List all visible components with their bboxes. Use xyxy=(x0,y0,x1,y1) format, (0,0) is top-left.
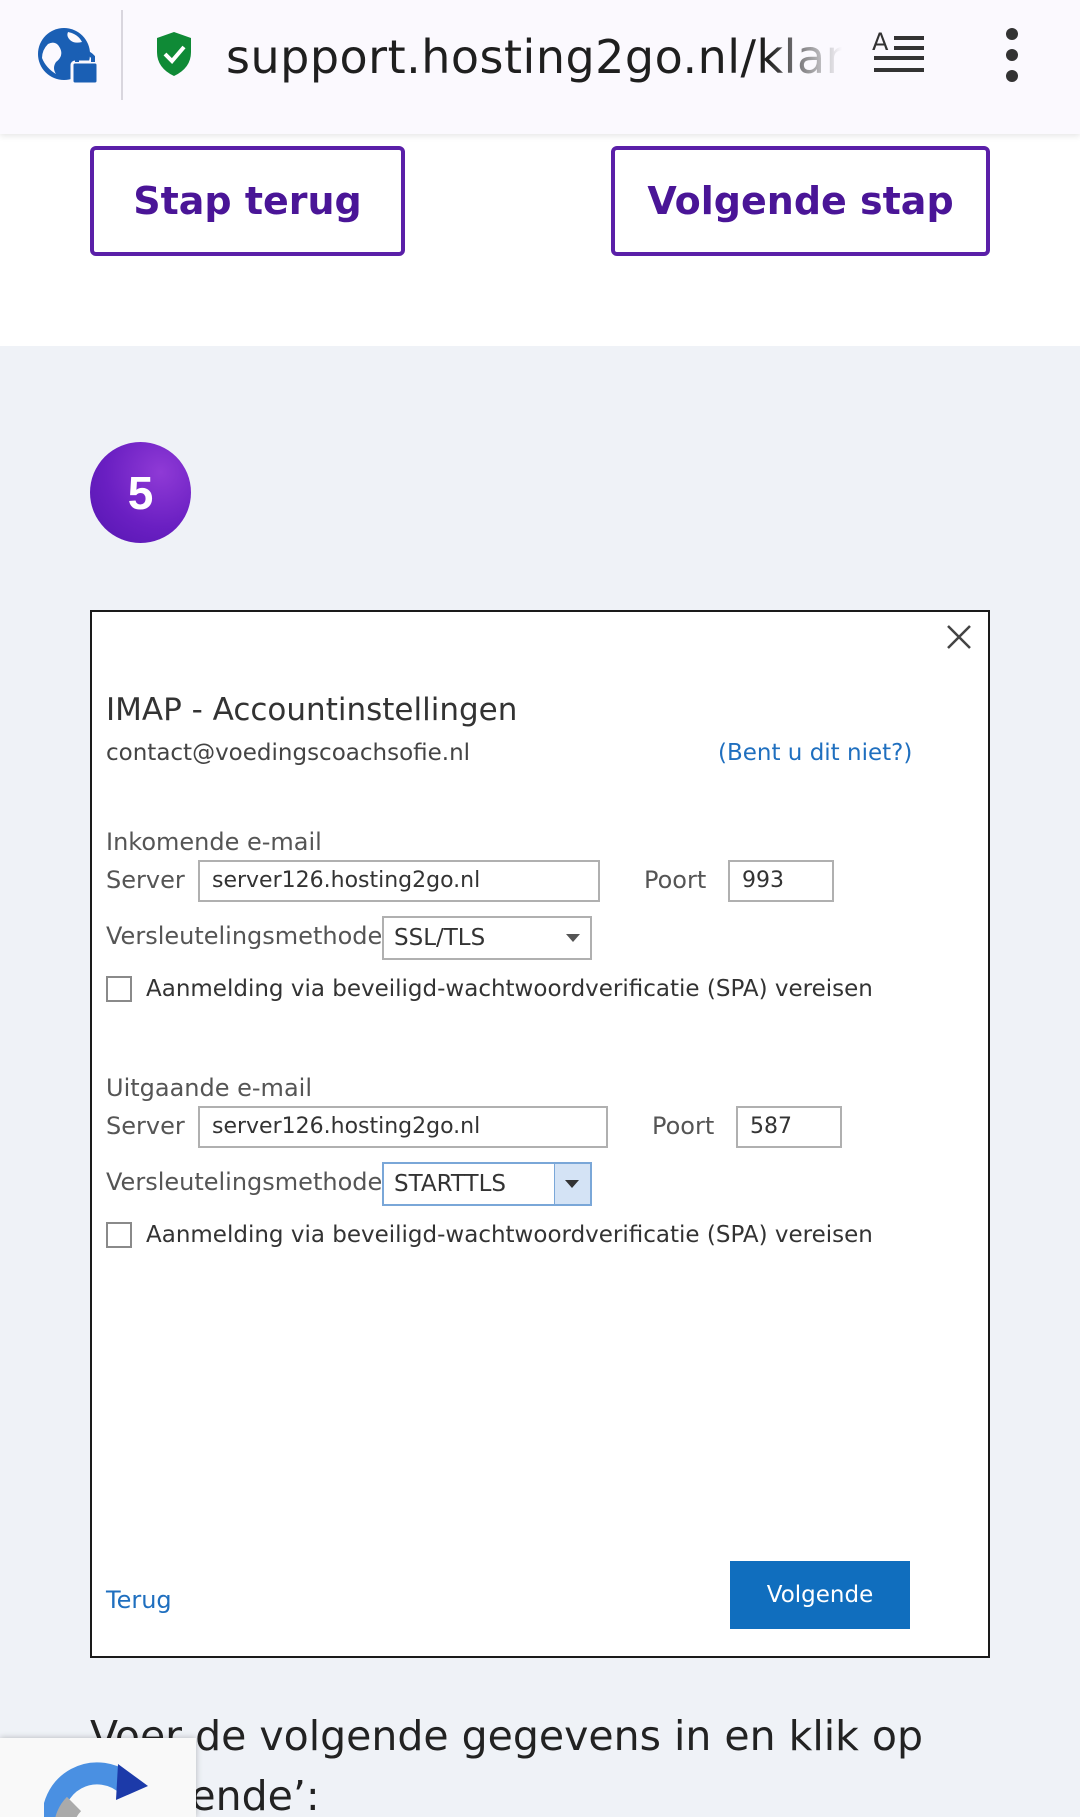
outgoing-server-label: Server xyxy=(106,1112,185,1140)
svg-text:A: A xyxy=(872,28,889,56)
incoming-encryption-value: SSL/TLS xyxy=(394,925,486,951)
incoming-spa-label: Aanmelding via beveiligd-wachtwoordverif… xyxy=(146,976,873,1002)
chevron-down-icon xyxy=(566,934,580,942)
browser-url-bar: support.hosting2go.nl/klantenservice/e-m… xyxy=(0,0,1080,134)
outgoing-spa-row: Aanmelding via beveiligd-wachtwoordverif… xyxy=(106,1222,873,1248)
more-vert-icon[interactable] xyxy=(1000,26,1024,84)
recaptcha-icon xyxy=(44,1762,148,1817)
close-icon xyxy=(947,625,971,649)
globe-lock-icon[interactable] xyxy=(34,22,102,90)
incoming-mail-label: Inkomende e-mail xyxy=(106,828,322,856)
previous-step-button[interactable]: Stap terug xyxy=(90,146,405,256)
outgoing-spa-checkbox xyxy=(106,1222,132,1248)
incoming-encryption-select: SSL/TLS xyxy=(382,916,592,960)
outgoing-port-field: 587 xyxy=(736,1106,842,1148)
outgoing-encryption-label: Versleutelingsmethode xyxy=(106,1168,383,1196)
incoming-port-label: Poort xyxy=(644,866,707,894)
dialog-next-button: Volgende xyxy=(730,1561,910,1629)
dialog-back-link: Terug xyxy=(106,1586,172,1614)
url-text[interactable]: support.hosting2go.nl/klantenservice/e-m… xyxy=(226,26,842,88)
instruction-text: Voer de volgende gegevens in en klik op … xyxy=(90,1712,924,1817)
step-navigation: Stap terug Volgende stap xyxy=(0,134,1080,346)
incoming-server-label: Server xyxy=(106,866,185,894)
dialog-title: IMAP - Accountinstellingen xyxy=(106,692,518,728)
outgoing-spa-label: Aanmelding via beveiligd-wachtwoordverif… xyxy=(146,1222,873,1248)
imap-settings-dialog-screenshot: IMAP - Accountinstellingen contact@voedi… xyxy=(90,610,990,1658)
incoming-port-field: 993 xyxy=(728,860,834,902)
recaptcha-badge[interactable] xyxy=(0,1738,196,1817)
shield-check-icon[interactable] xyxy=(154,30,194,78)
step-number-badge: 5 xyxy=(90,442,191,543)
incoming-encryption-label: Versleutelingsmethode xyxy=(106,922,383,950)
chevron-down-icon xyxy=(565,1180,579,1188)
url-bar-divider xyxy=(121,10,123,100)
outgoing-encryption-value: STARTTLS xyxy=(394,1171,507,1197)
outgoing-encryption-select: STARTTLS xyxy=(382,1162,592,1206)
incoming-spa-row: Aanmelding via beveiligd-wachtwoordverif… xyxy=(106,976,873,1002)
outgoing-mail-label: Uitgaande e-mail xyxy=(106,1074,312,1102)
incoming-spa-checkbox xyxy=(106,976,132,1002)
outgoing-port-label: Poort xyxy=(652,1112,715,1140)
not-you-link: (Bent u dit niet?) xyxy=(718,740,913,766)
next-step-button[interactable]: Volgende stap xyxy=(611,146,990,256)
reader-mode-icon[interactable]: A xyxy=(872,28,926,78)
account-email: contact@voedingscoachsofie.nl xyxy=(106,740,471,766)
incoming-server-field: server126.hosting2go.nl xyxy=(198,860,600,902)
outgoing-server-field: server126.hosting2go.nl xyxy=(198,1106,608,1148)
step-section: 5 IMAP - Accountinstellingen contact@voe… xyxy=(0,346,1080,1817)
